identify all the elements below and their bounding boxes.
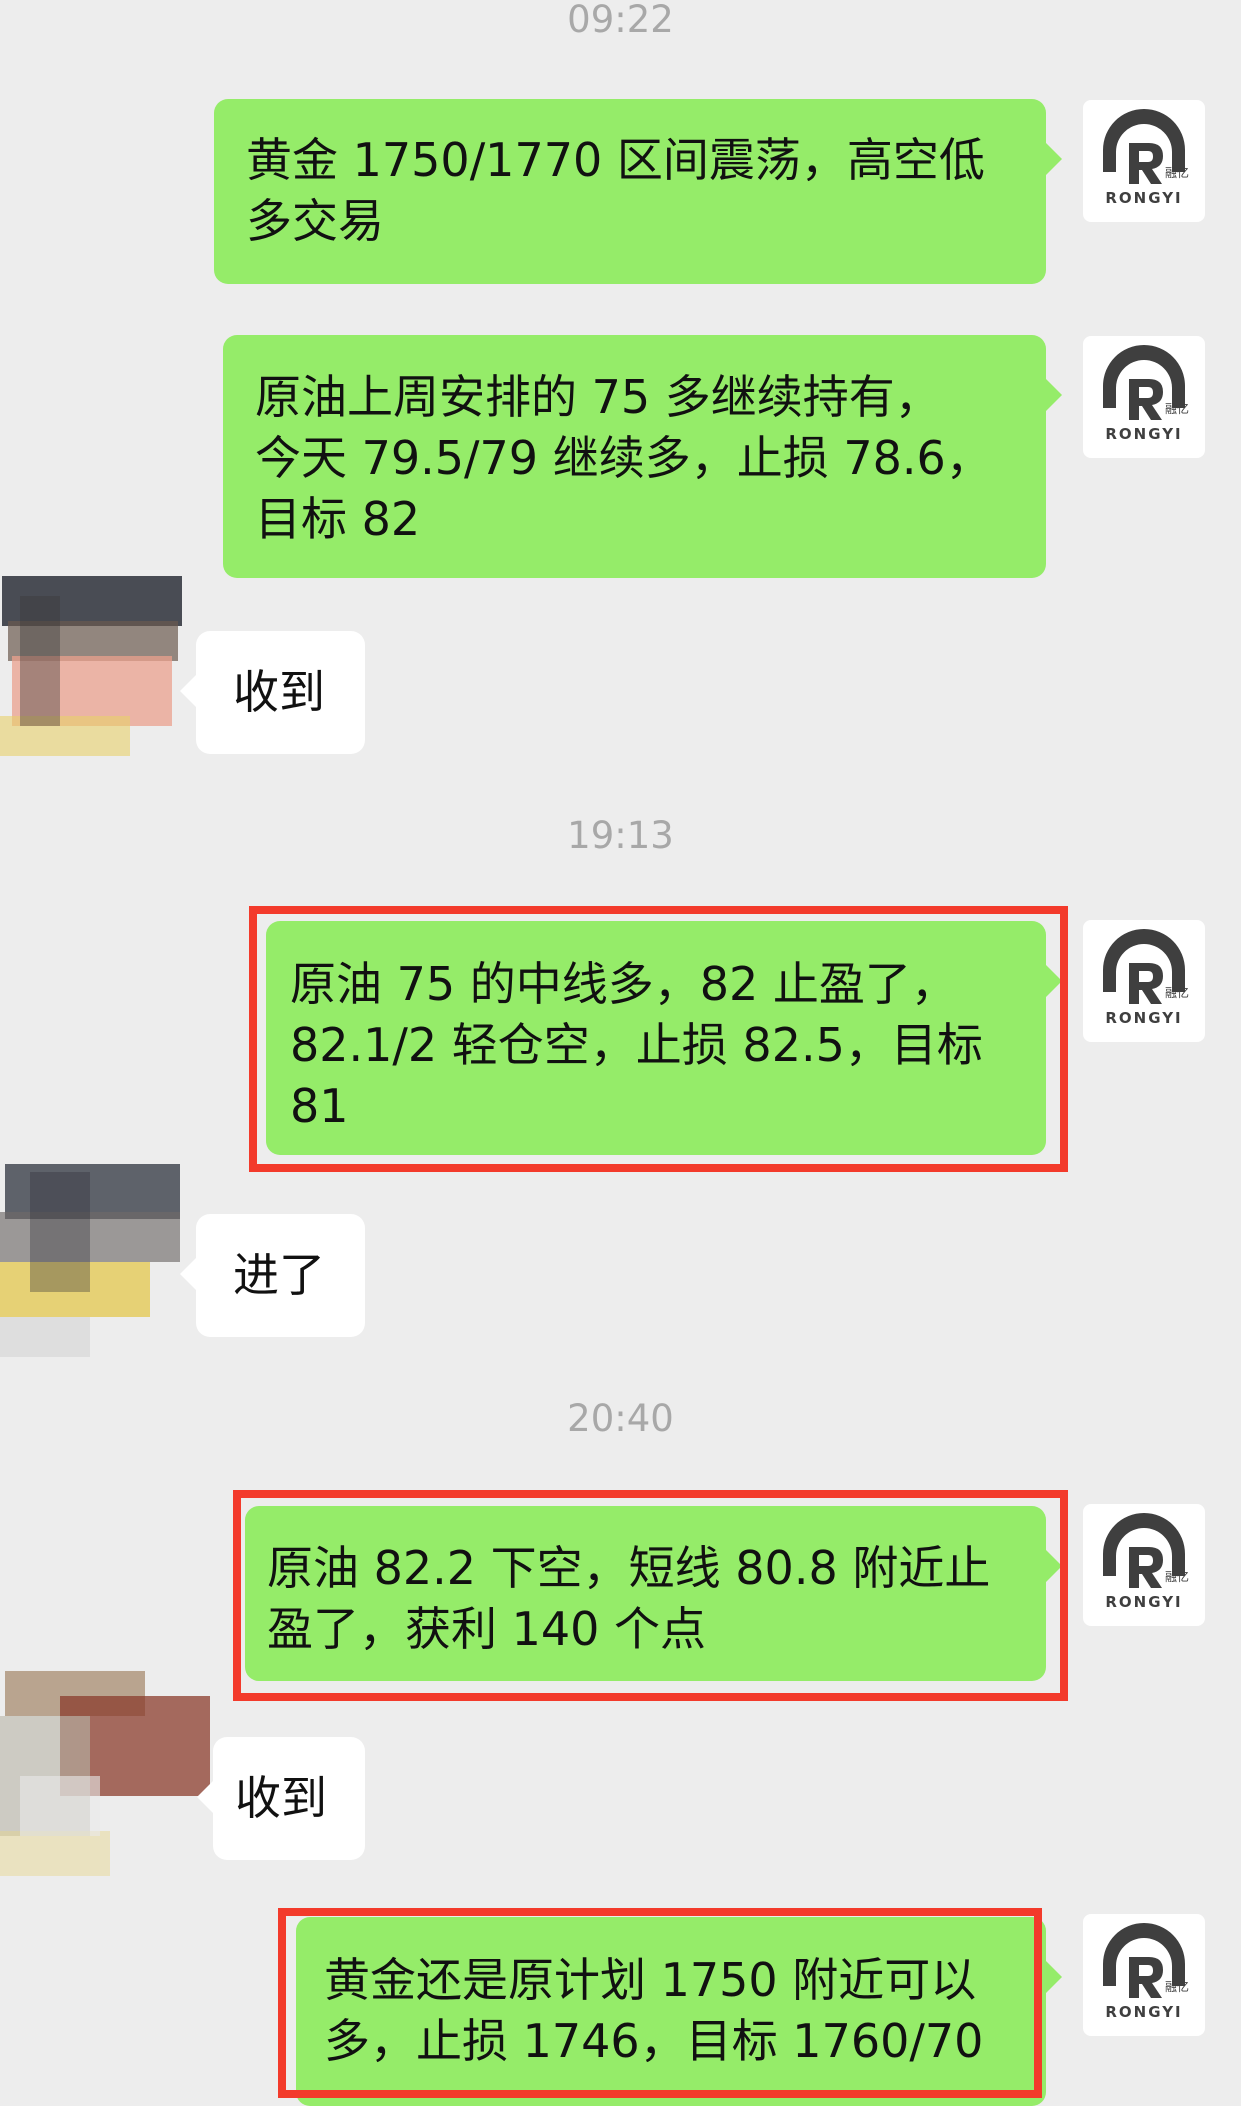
rongyi-logo-icon[interactable] bbox=[1083, 1504, 1205, 1626]
message-text: 收到 bbox=[235, 1771, 327, 1825]
message-bubble-outgoing[interactable]: 原油上周安排的 75 多继续持有， 今天 79.5/79 继续多，止损 78.6… bbox=[223, 335, 1062, 578]
message-bubble-outgoing[interactable]: 黄金 1750/1770 区间震荡，高空低 多交易 bbox=[214, 99, 1062, 284]
message-line: 原油上周安排的 75 多继续持有， bbox=[255, 370, 941, 424]
message-line: 黄金 1750/1770 区间震荡，高空低 bbox=[246, 133, 985, 187]
timestamp: 20:40 bbox=[567, 1397, 674, 1440]
message-line: 原油 82.2 下空，短线 80.8 附近止 bbox=[267, 1541, 991, 1595]
message-text: 进了 bbox=[233, 1248, 325, 1302]
message-line: 盈了，获利 140 个点 bbox=[267, 1602, 707, 1656]
rongyi-logo-icon[interactable] bbox=[1083, 336, 1205, 458]
message-bubble-incoming[interactable]: 进了 bbox=[180, 1214, 365, 1337]
message-line: 82.1/2 轻仓空，止损 82.5，目标 bbox=[290, 1018, 983, 1072]
user-avatar[interactable] bbox=[0, 1656, 220, 1896]
message-line: 原油 75 的中线多，82 止盈了， bbox=[290, 957, 957, 1011]
message-text: 收到 bbox=[233, 665, 325, 719]
message-line: 目标 82 bbox=[255, 492, 421, 546]
message-line: 黄金还是原计划 1750 附近可以 bbox=[324, 1953, 977, 2007]
timestamp: 09:22 bbox=[567, 0, 674, 41]
message-line: 81 bbox=[290, 1079, 349, 1133]
message-line: 今天 79.5/79 继续多，止损 78.6， bbox=[255, 431, 992, 485]
rongyi-logo-icon[interactable] bbox=[1083, 100, 1205, 222]
timestamp: 19:13 bbox=[567, 814, 674, 857]
rongyi-logo-icon[interactable] bbox=[1083, 1914, 1205, 2036]
message-line: 多，止损 1746，目标 1760/70 bbox=[324, 2014, 984, 2068]
message-bubble-outgoing[interactable]: 原油 75 的中线多，82 止盈了， 82.1/2 轻仓空，止损 82.5，目标… bbox=[266, 921, 1062, 1155]
message-bubble-outgoing[interactable]: 黄金还是原计划 1750 附近可以 多，止损 1746，目标 1760/70 bbox=[296, 1917, 1062, 2106]
message-bubble-outgoing[interactable]: 原油 82.2 下空，短线 80.8 附近止 盈了，获利 140 个点 bbox=[245, 1506, 1062, 1681]
rongyi-logo-icon[interactable] bbox=[1083, 920, 1205, 1042]
message-bubble-incoming[interactable]: 收到 bbox=[180, 631, 365, 754]
message-line: 多交易 bbox=[246, 194, 384, 248]
message-bubble-incoming[interactable]: 收到 bbox=[197, 1737, 365, 1860]
